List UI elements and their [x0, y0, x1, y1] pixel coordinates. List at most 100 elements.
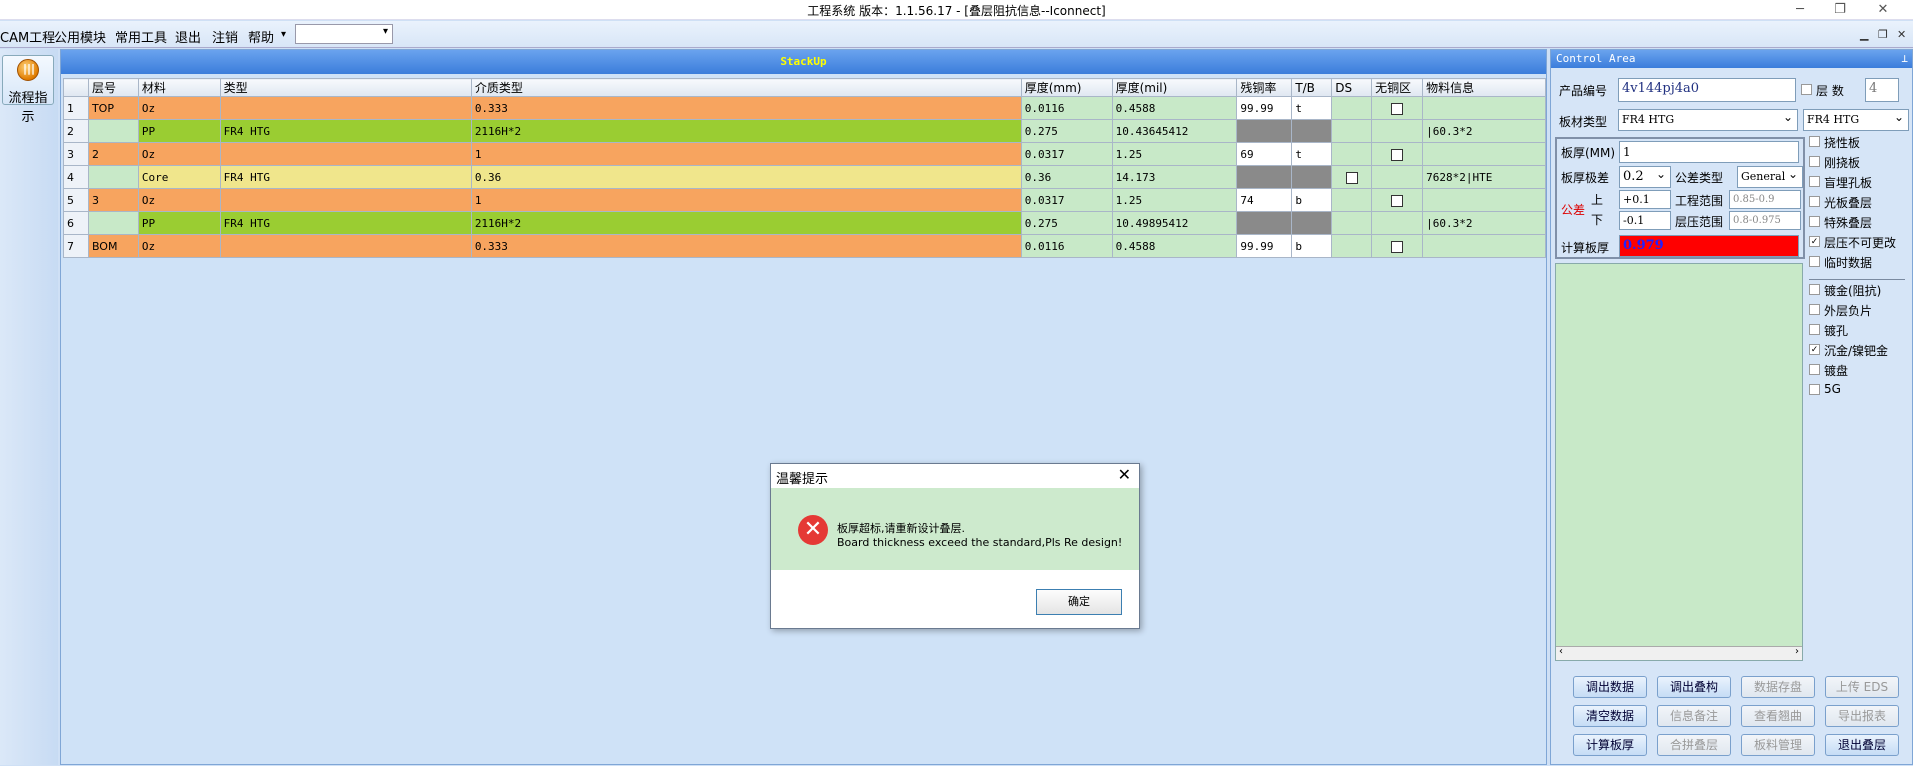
table-row[interactable]: 2 PP FR4 HTG 2116H*2 0.275 10.43645412 |60.3*2: [63, 119, 1546, 143]
material-select[interactable]: FR4 HTG: [1618, 107, 1798, 131]
checkbox-icon[interactable]: [1809, 156, 1820, 167]
checkbox-icon[interactable]: [1809, 136, 1820, 147]
checkbox-icon[interactable]: [1809, 284, 1820, 295]
down-input[interactable]: -0.1: [1619, 211, 1671, 230]
no-copper-checkbox[interactable]: [1391, 148, 1404, 161]
column-header[interactable]: 厚度(mil): [1111, 78, 1238, 97]
table-row[interactable]: 1 TOP Oz 0.333 0.0116 0.4588 99.99 t: [63, 96, 1546, 120]
layers-checkbox[interactable]: [1801, 84, 1812, 95]
option-checkbox[interactable]: 盲埋孔板: [1809, 174, 1872, 191]
ok-button[interactable]: 确定: [1036, 589, 1122, 615]
ds-cell[interactable]: [1331, 188, 1373, 212]
column-header[interactable]: 残铜率: [1236, 78, 1293, 97]
action-button[interactable]: 调出叠构: [1657, 676, 1731, 698]
control-grid[interactable]: ‹ ›: [1555, 263, 1803, 661]
option-checkbox[interactable]: 镀孔: [1809, 322, 1848, 339]
action-button[interactable]: 退出叠层: [1825, 734, 1899, 756]
option-checkbox[interactable]: 光板叠层: [1809, 194, 1872, 211]
action-button[interactable]: 板料管理: [1741, 734, 1815, 756]
action-button[interactable]: 信息备注: [1657, 705, 1731, 727]
no-copper-cell[interactable]: [1371, 119, 1424, 143]
column-header[interactable]: 层号: [87, 78, 139, 97]
pin-icon[interactable]: ⊥: [1901, 50, 1908, 68]
no-copper-checkbox[interactable]: [1391, 102, 1404, 115]
menu-cam[interactable]: CAM工程: [0, 27, 55, 46]
ds-checkbox[interactable]: [1345, 171, 1358, 184]
action-button[interactable]: 查看翘曲: [1741, 705, 1815, 727]
action-button[interactable]: 调出数据: [1573, 676, 1647, 698]
eng-range-input[interactable]: 0.85-0.9: [1729, 190, 1801, 209]
horizontal-scrollbar[interactable]: ‹ ›: [1556, 646, 1802, 660]
help-dropdown-icon[interactable]: ▾: [281, 29, 286, 40]
option-checkbox[interactable]: 特殊叠层: [1809, 214, 1872, 231]
mdi-restore-icon[interactable]: ❐: [1878, 28, 1888, 41]
table-cell[interactable]: 74: [1236, 188, 1293, 212]
option-checkbox[interactable]: 镀金(阻抗): [1809, 282, 1881, 299]
no-copper-checkbox[interactable]: [1391, 240, 1404, 253]
option-checkbox[interactable]: 外层负片: [1809, 302, 1872, 319]
table-row[interactable]: 4 Core FR4 HTG 0.36 0.36 14.173 7628*2|HTE: [63, 165, 1546, 189]
option-checkbox[interactable]: ✓ 沉金/镍钯金: [1809, 342, 1888, 359]
flow-guide-button[interactable]: 流程指示: [2, 55, 54, 125]
checkbox-icon[interactable]: [1809, 256, 1820, 267]
option-checkbox[interactable]: 镀盘: [1809, 362, 1848, 379]
mdi-minimize-icon[interactable]: ▁: [1860, 28, 1868, 41]
menu-combo[interactable]: ▾: [295, 24, 393, 44]
option-checkbox[interactable]: 挠性板: [1809, 134, 1860, 151]
option-checkbox[interactable]: 刚挠板: [1809, 154, 1860, 171]
no-copper-checkbox[interactable]: [1391, 194, 1404, 207]
layers-input[interactable]: 4: [1865, 78, 1899, 102]
column-header[interactable]: [63, 78, 89, 97]
material-select-2[interactable]: FR4 HTG: [1803, 107, 1909, 131]
table-cell[interactable]: [1236, 165, 1293, 189]
table-row[interactable]: 6 PP FR4 HTG 2116H*2 0.275 10.49895412 |60.3*2: [63, 211, 1546, 235]
tol-select[interactable]: 0.2: [1619, 164, 1671, 188]
checkbox-icon[interactable]: [1809, 324, 1820, 335]
table-row[interactable]: 3 2 Oz 1 0.0317 1.25 69 t: [63, 142, 1546, 166]
column-header[interactable]: 介质类型: [470, 78, 1022, 97]
checkbox-icon[interactable]: ✓: [1809, 236, 1820, 247]
column-header[interactable]: 厚度(mm): [1020, 78, 1113, 97]
checkbox-icon[interactable]: [1809, 216, 1820, 227]
action-button[interactable]: 上传 EDS: [1825, 676, 1899, 698]
menu-exit[interactable]: 退出: [175, 27, 201, 46]
no-copper-cell[interactable]: [1371, 211, 1424, 235]
menu-logout[interactable]: 注销: [212, 27, 238, 46]
action-button[interactable]: 数据存盘: [1741, 676, 1815, 698]
no-copper-cell[interactable]: [1371, 165, 1424, 189]
ds-cell[interactable]: [1331, 142, 1373, 166]
menu-tools[interactable]: 常用工具: [115, 27, 167, 46]
table-cell[interactable]: [1236, 211, 1293, 235]
checkbox-icon[interactable]: [1809, 304, 1820, 315]
ds-cell[interactable]: [1331, 96, 1373, 120]
column-header[interactable]: 无铜区: [1371, 78, 1424, 97]
option-checkbox[interactable]: ✓ 层压不可更改: [1809, 234, 1896, 251]
column-header[interactable]: 物料信息: [1422, 78, 1546, 97]
no-copper-cell[interactable]: [1371, 142, 1424, 166]
checkbox-icon[interactable]: [1809, 196, 1820, 207]
table-cell[interactable]: [1236, 119, 1293, 143]
action-button[interactable]: 合拼叠层: [1657, 734, 1731, 756]
table-cell[interactable]: 99.99: [1236, 96, 1293, 120]
scroll-right-icon[interactable]: ›: [1795, 646, 1799, 657]
product-input[interactable]: 4v144pj4a0: [1618, 78, 1796, 102]
dialog-close-icon[interactable]: ✕: [1118, 465, 1131, 484]
column-header[interactable]: 类型: [219, 78, 472, 97]
action-button[interactable]: 导出报表: [1825, 705, 1899, 727]
option-checkbox[interactable]: 临时数据: [1809, 254, 1872, 271]
table-cell[interactable]: 99.99: [1236, 234, 1293, 258]
menu-public[interactable]: 公用模块: [54, 27, 106, 46]
minimize-icon[interactable]: ─: [1785, 2, 1815, 17]
column-header[interactable]: T/B: [1291, 78, 1333, 97]
checkbox-icon[interactable]: [1809, 176, 1820, 187]
ds-cell[interactable]: [1331, 211, 1373, 235]
no-copper-cell[interactable]: [1371, 96, 1424, 120]
close-icon[interactable]: ✕: [1868, 2, 1898, 17]
toltype-select[interactable]: General: [1737, 164, 1803, 188]
checkbox-icon[interactable]: [1809, 384, 1820, 395]
table-row[interactable]: 5 3 Oz 1 0.0317 1.25 74 b: [63, 188, 1546, 212]
no-copper-cell[interactable]: [1371, 234, 1424, 258]
table-cell[interactable]: 69: [1236, 142, 1293, 166]
ds-cell[interactable]: [1331, 165, 1373, 189]
scroll-left-icon[interactable]: ‹: [1559, 646, 1563, 657]
